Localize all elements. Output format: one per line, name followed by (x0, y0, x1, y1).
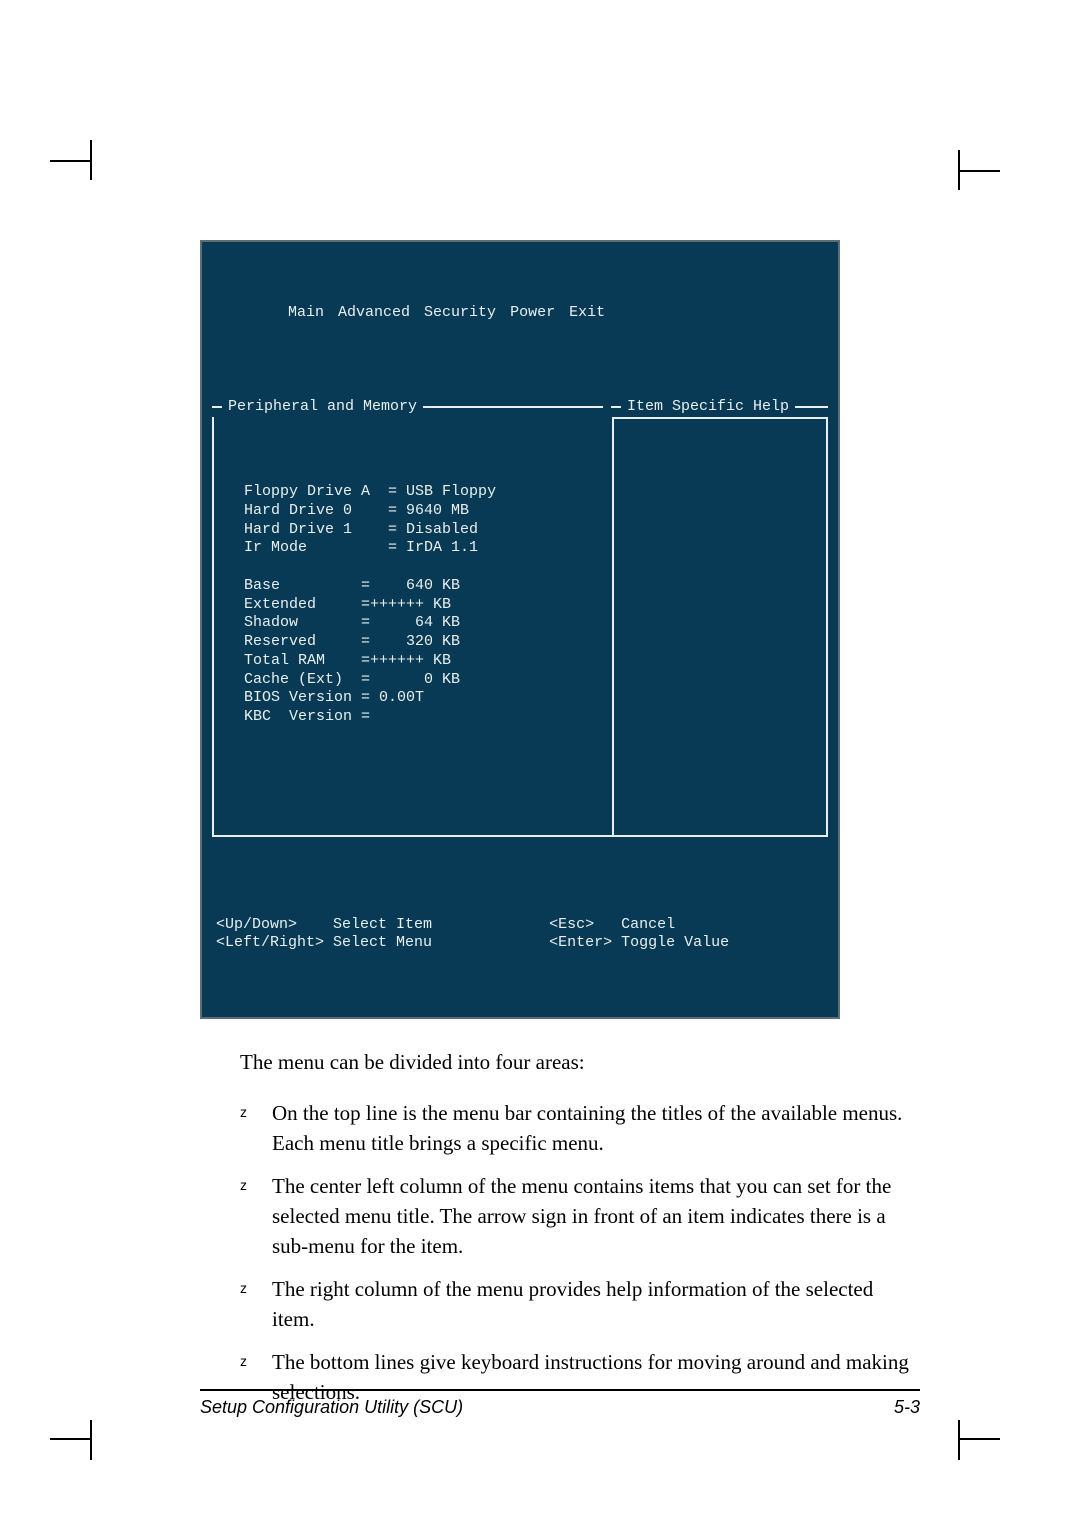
crop-mark (90, 140, 92, 180)
menu-power[interactable]: Power (510, 304, 555, 321)
page-footer: Setup Configuration Utility (SCU) 5-3 (200, 1389, 920, 1418)
right-panel-title: Item Specific Help (621, 398, 795, 417)
crop-mark (50, 160, 90, 162)
list-item: zOn the top line is the menu bar contain… (240, 1092, 920, 1165)
memory-row: Reserved = 320 KB (244, 633, 460, 650)
bios-screen: Main Advanced Security Power Exit Peripheral… (200, 240, 840, 1019)
key-updown: <Up/Down> (216, 916, 297, 933)
menu-exit[interactable]: Exit (569, 304, 605, 321)
bios-frame: Peripheral and Memory Item Specific Help… (212, 398, 828, 837)
settings-block: Floppy Drive A = USB Floppy Hard Drive 0… (218, 460, 608, 787)
menu-advanced[interactable]: Advanced (338, 304, 410, 321)
list-item: zThe right column of the menu provides h… (240, 1268, 920, 1341)
memory-row: BIOS Version = 0.00T (244, 689, 424, 706)
left-panel: Floppy Drive A = USB Floppy Hard Drive 0… (212, 417, 612, 835)
crop-mark (958, 150, 960, 190)
bullet-icon: z (240, 1175, 247, 1195)
setting-row: Hard Drive 1 = Disabled (244, 521, 478, 538)
explain-list: zOn the top line is the menu bar contain… (200, 1092, 920, 1414)
memory-row: Extended =++++++ KB (244, 596, 451, 613)
crop-mark (960, 1438, 1000, 1440)
footer-page-number: 5-3 (894, 1397, 920, 1418)
key-enter-label: Toggle Value (621, 934, 729, 951)
key-esc-label: Cancel (621, 916, 675, 933)
bullet-icon: z (240, 1351, 247, 1371)
menu-main[interactable]: Main (288, 304, 324, 321)
crop-mark (960, 170, 1000, 172)
bullet-icon: z (240, 1278, 247, 1298)
key-leftright: <Left/Right> (216, 934, 324, 951)
bios-footer: <Up/Down> Select Item <Esc> Cancel <Left… (212, 893, 828, 972)
setting-row: Hard Drive 0 = 9640 MB (244, 502, 469, 519)
key-leftright-label: Select Menu (333, 934, 432, 951)
key-updown-label: Select Item (333, 916, 432, 933)
setting-row: Ir Mode = IrDA 1.1 (244, 539, 478, 556)
menu-security[interactable]: Security (424, 304, 496, 321)
help-panel (612, 417, 828, 835)
memory-row: KBC Version = (244, 708, 370, 725)
explanation-text: The menu can be divided into four areas:… (200, 1047, 920, 1413)
explain-lead: The menu can be divided into four areas: (200, 1047, 920, 1077)
list-item: zThe center left column of the menu cont… (240, 1165, 920, 1268)
crop-mark (958, 1420, 960, 1460)
setting-row: Floppy Drive A = USB Floppy (244, 483, 496, 500)
crop-mark (90, 1420, 92, 1460)
page: Main Advanced Security Power Exit Peripheral… (0, 0, 1080, 1528)
content-area: Main Advanced Security Power Exit Peripheral… (200, 240, 920, 1418)
footer-title: Setup Configuration Utility (SCU) (200, 1397, 463, 1418)
bios-menubar: Main Advanced Security Power Exit (212, 286, 828, 342)
memory-row: Total RAM =++++++ KB (244, 652, 451, 669)
memory-row: Cache (Ext) = 0 KB (244, 671, 460, 688)
key-esc: <Esc> (549, 916, 594, 933)
left-panel-title: Peripheral and Memory (222, 398, 423, 417)
memory-row: Shadow = 64 KB (244, 614, 460, 631)
memory-row: Base = 640 KB (244, 577, 460, 594)
crop-mark (50, 1438, 90, 1440)
key-enter: <Enter> (549, 934, 612, 951)
bullet-icon: z (240, 1102, 247, 1122)
